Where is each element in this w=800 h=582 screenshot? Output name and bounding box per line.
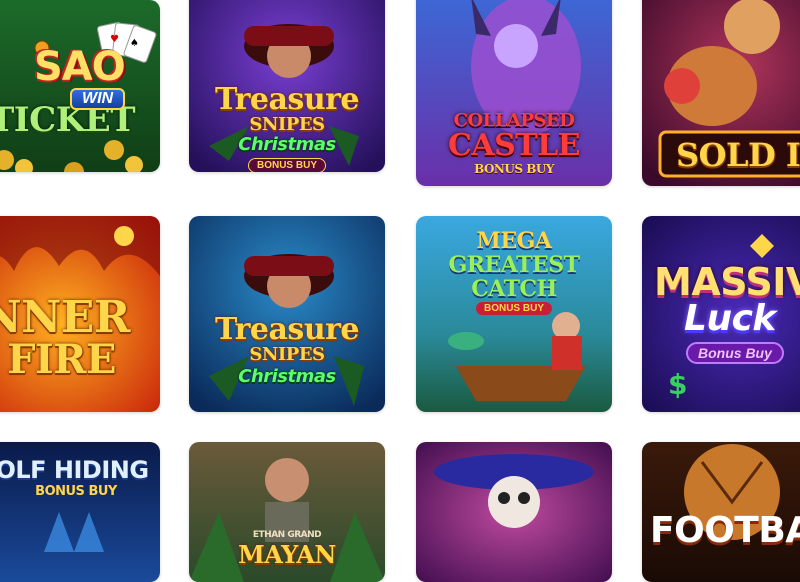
tile-title-line: Luck <box>684 298 776 339</box>
dollar-sign-icon: $ <box>668 368 687 401</box>
saowin-logo[interactable]: ♥ ♠ SAO WIN <box>30 21 160 122</box>
tile-title-line: SNIPES <box>249 114 325 135</box>
tile-title-line: GREATEST <box>448 252 580 278</box>
game-tile-treasure-snipes-bonus[interactable]: Treasure SNIPES Christmas BONUS BUY <box>189 0 385 172</box>
game-tile-massive-luck[interactable]: $ MASSIV Luck Bonus Buy <box>642 216 800 412</box>
tile-title-line: CASTLE <box>447 128 581 163</box>
logo-brand-top: SAO <box>34 44 126 90</box>
tile-title-line: Christmas <box>238 134 336 155</box>
tile-title-line: FOOTBA <box>650 510 800 551</box>
card-glyph-2: ♠ <box>130 38 139 49</box>
game-tile-sold-it[interactable]: SOLD IT <box>642 0 800 186</box>
tile-title-line: ETHAN GRAND <box>252 530 322 540</box>
bonus-buy-badge: BONUS BUY <box>475 302 553 315</box>
game-tile-mega-greatest-catch[interactable]: MEGA GREATEST CATCH BONUS BUY <box>416 216 612 412</box>
bonus-buy-badge: BONUS BUY <box>247 158 327 172</box>
logo-brand-bottom: WIN <box>70 88 126 110</box>
tile-art <box>416 442 612 582</box>
game-tile-treasure-snipes[interactable]: Treasure SNIPES Christmas <box>189 216 385 412</box>
bonus-buy-badge: Bonus Buy <box>686 342 784 364</box>
game-tile-inner-fire[interactable]: NNER FIRE <box>0 216 160 412</box>
game-tile-ethan-grand-mayan[interactable]: ETHAN GRAND MAYAN <box>189 442 385 582</box>
game-tile-collapsed-castle[interactable]: COLLAPSED CASTLE BONUS BUY <box>416 0 612 186</box>
tile-title-line: MAYAN <box>238 540 336 569</box>
tile-title-line: OLF HIDING <box>0 456 149 484</box>
tile-title-line: SOLD IT <box>676 136 800 174</box>
tile-title-line: Treasure <box>214 82 360 117</box>
game-grid: TICKET ♥ ♠ SAO WIN Treasure SNIPES Chris… <box>0 0 800 582</box>
game-tile-wolf-hiding[interactable]: OLF HIDING BONUS BUY <box>0 442 160 582</box>
game-tile-calavera[interactable] <box>416 442 612 582</box>
tile-title-line: Treasure <box>214 312 360 347</box>
game-tile-football[interactable]: FOOTBA <box>642 442 800 582</box>
tile-title-line: MEGA <box>476 228 552 254</box>
tile-title-line: CATCH <box>471 276 557 302</box>
bonus-buy-label: BONUS BUY <box>474 162 554 176</box>
tile-title-line: FIRE <box>7 336 116 383</box>
tile-title-line: SNIPES <box>249 344 325 365</box>
tile-title-line: Christmas <box>238 366 336 387</box>
bonus-buy-label: BONUS BUY <box>35 484 117 499</box>
